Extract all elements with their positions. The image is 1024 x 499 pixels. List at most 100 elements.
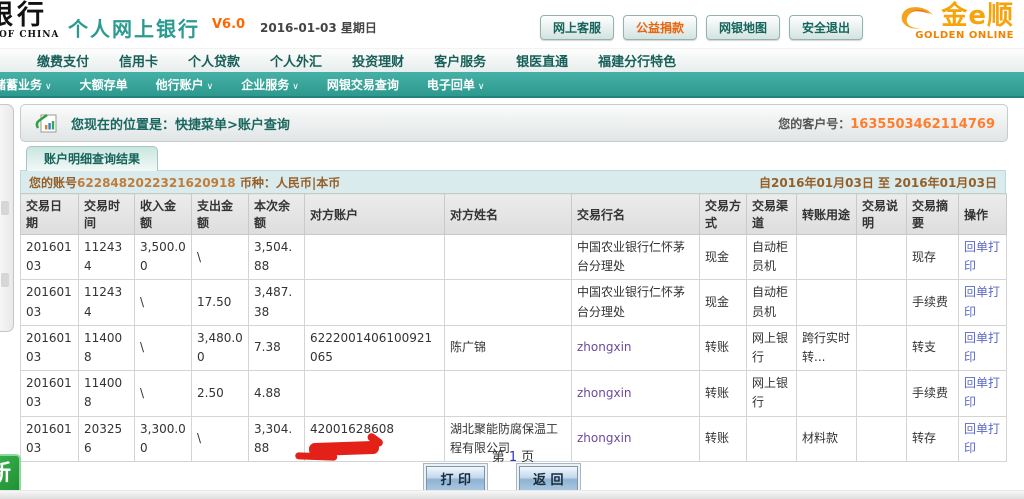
- table-row: 201601031124343,500.00\3,504.88中国农业银行仁怀茅…: [21, 235, 1007, 280]
- nav-secondary-item-6[interactable]: 电子回单∨: [427, 76, 485, 93]
- nav-primary-item-5[interactable]: 投资理财: [352, 51, 404, 70]
- top-link-ebank-map[interactable]: 网银地图: [706, 15, 780, 40]
- column-header: 转账用途: [797, 194, 857, 235]
- cell-note: [857, 235, 907, 280]
- cell-peer-name: [445, 235, 572, 280]
- nav-primary-item-4[interactable]: 个人外汇: [270, 51, 322, 70]
- cell-channel: 网上银行: [747, 325, 797, 370]
- cell-method: 转账: [700, 371, 747, 416]
- cell-peer-name: [445, 371, 572, 416]
- cell-bank: zhongxin: [572, 371, 700, 416]
- customer-number-value: 1635503462114769: [850, 117, 995, 132]
- receipt-print-link[interactable]: 回单打印: [964, 331, 1000, 364]
- cell-peer-name: 陈广锦: [445, 325, 572, 370]
- cell-channel: 自动柜员机: [747, 280, 797, 325]
- cell-peer-account: [305, 280, 445, 325]
- cell-bank: 中国农业银行仁怀茅台分理处: [572, 235, 700, 280]
- nav-primary-item-3[interactable]: 个人贷款: [188, 51, 240, 70]
- cell-channel: 网上银行: [747, 371, 797, 416]
- cell-time: 112434: [79, 280, 135, 325]
- cell-note: [857, 280, 907, 325]
- cell-summary: 手续费: [907, 280, 959, 325]
- cell-time: 114008: [79, 325, 135, 370]
- cell-bank: 中国农业银行仁怀茅台分理处: [572, 280, 700, 325]
- print-button[interactable]: 打 印: [426, 466, 485, 491]
- receipt-print-link[interactable]: 回单打印: [964, 240, 1000, 273]
- table-row: 20160103114008\2.504.88zhongxin转账网上银行手续费…: [21, 371, 1007, 416]
- column-header: 交易时间: [79, 194, 135, 235]
- column-header: 交易行名: [572, 194, 700, 235]
- cell-time: 114008: [79, 371, 135, 416]
- cell-out: 3,480.00: [192, 325, 249, 370]
- cell-date: 20160103: [21, 371, 79, 416]
- table-row: 20160103114008\3,480.007.386222001406100…: [21, 325, 1007, 370]
- nav-secondary-item-1[interactable]: 储蓄业务∨: [0, 76, 52, 93]
- receipt-print-link[interactable]: 回单打印: [964, 285, 1000, 318]
- cell-operation: 回单打印: [959, 371, 1007, 416]
- cell-channel: 自动柜员机: [747, 235, 797, 280]
- report-chart-icon: [35, 113, 59, 134]
- column-header: 交易方式: [700, 194, 747, 235]
- cell-out: \: [192, 235, 249, 280]
- chevron-down-icon: ∨: [292, 82, 299, 92]
- receipt-print-link[interactable]: 回单打印: [964, 376, 1000, 409]
- cell-peer-name: [445, 280, 572, 325]
- chevron-down-icon: ∨: [478, 82, 485, 92]
- cell-bank: zhongxin: [572, 325, 700, 370]
- cell-method: 现金: [700, 280, 747, 325]
- nav-primary-item-8[interactable]: 福建分行特色: [598, 51, 676, 70]
- cell-out: 2.50: [192, 371, 249, 416]
- cell-date: 20160103: [21, 280, 79, 325]
- location-bar: 您现在的位置是：快捷菜单>账户查询 您的客户号：1635503462114769: [20, 104, 1008, 142]
- product-title: 个人网上银行: [68, 13, 200, 42]
- column-header: 交易渠道: [747, 194, 797, 235]
- cell-purpose: [797, 280, 857, 325]
- table-row: 20160103112434\17.503,487.38中国农业银行仁怀茅台分理…: [21, 280, 1007, 325]
- chevron-down-icon: ∨: [207, 82, 214, 92]
- transactions-table: 交易日期交易时间收入金额支出金额本次余额对方账户对方姓名交易行名交易方式交易渠道…: [20, 193, 1007, 462]
- cell-in: \: [135, 280, 192, 325]
- version-label: V6.0: [212, 17, 245, 32]
- nav-secondary-item-5[interactable]: 网银交易查询: [327, 76, 399, 93]
- tab-account-detail-result[interactable]: 账户明细查询结果: [26, 146, 158, 171]
- cell-purpose: [797, 235, 857, 280]
- column-header: 对方姓名: [445, 194, 572, 235]
- bank-logo-en: K OF CHINA: [0, 31, 59, 40]
- secondary-nav: 储蓄业务∨ 大额存单 他行账户∨ 企业服务∨ 网银交易查询 电子回单∨: [0, 72, 1024, 98]
- collapsed-side-panel[interactable]: [0, 104, 14, 332]
- primary-nav: 缴费支付 信用卡 个人贷款 个人外汇 投资理财 客户服务 银医直通 福建分行特色: [0, 48, 1024, 72]
- cell-operation: 回单打印: [959, 325, 1007, 370]
- column-header: 收入金额: [135, 194, 192, 235]
- cell-summary: 转支: [907, 325, 959, 370]
- customer-number: 您的客户号：1635503462114769: [778, 115, 995, 132]
- breadcrumb: 您现在的位置是：快捷菜单>账户查询: [71, 114, 290, 133]
- top-links: 网上客服公益捐款网银地图安全退出: [540, 15, 863, 40]
- chevron-down-icon: ∨: [45, 82, 52, 92]
- nav-secondary-item-2[interactable]: 大额存单: [80, 76, 128, 93]
- account-info-bar: 您的账号6228482022321620918 币种：人民币|本币 自2016年…: [20, 170, 1006, 194]
- nav-primary-item-6[interactable]: 客户服务: [434, 51, 486, 70]
- cell-balance: 3,504.88: [249, 235, 305, 280]
- top-link-safe-logout[interactable]: 安全退出: [789, 15, 863, 40]
- nav-secondary-item-3[interactable]: 他行账户∨: [156, 76, 214, 93]
- swoosh-icon: [900, 5, 936, 31]
- column-header: 交易说明: [857, 194, 907, 235]
- bank-logo-cn: 银行: [0, 2, 59, 29]
- nav-primary-item-7[interactable]: 银医直通: [516, 51, 568, 70]
- cell-balance: 7.38: [249, 325, 305, 370]
- nav-primary-item-1[interactable]: 缴费支付: [37, 51, 89, 70]
- nav-secondary-item-4[interactable]: 企业服务∨: [241, 76, 299, 93]
- back-button[interactable]: 返 回: [519, 466, 578, 491]
- column-header: 支出金额: [192, 194, 249, 235]
- account-info: 您的账号6228482022321620918 币种：人民币|本币: [21, 174, 340, 191]
- cell-in: \: [135, 371, 192, 416]
- cell-summary: 手续费: [907, 371, 959, 416]
- cell-method: 现金: [700, 235, 747, 280]
- top-link-charity-donation[interactable]: 公益捐款: [623, 15, 697, 40]
- nav-primary-item-2[interactable]: 信用卡: [119, 51, 158, 70]
- cell-out: 17.50: [192, 280, 249, 325]
- date-range: 自2016年01月03日 至 2016年01月03日: [759, 174, 1005, 191]
- customer-number-label: 您的客户号：: [778, 117, 850, 131]
- top-link-online-service[interactable]: 网上客服: [540, 15, 614, 40]
- cell-operation: 回单打印: [959, 235, 1007, 280]
